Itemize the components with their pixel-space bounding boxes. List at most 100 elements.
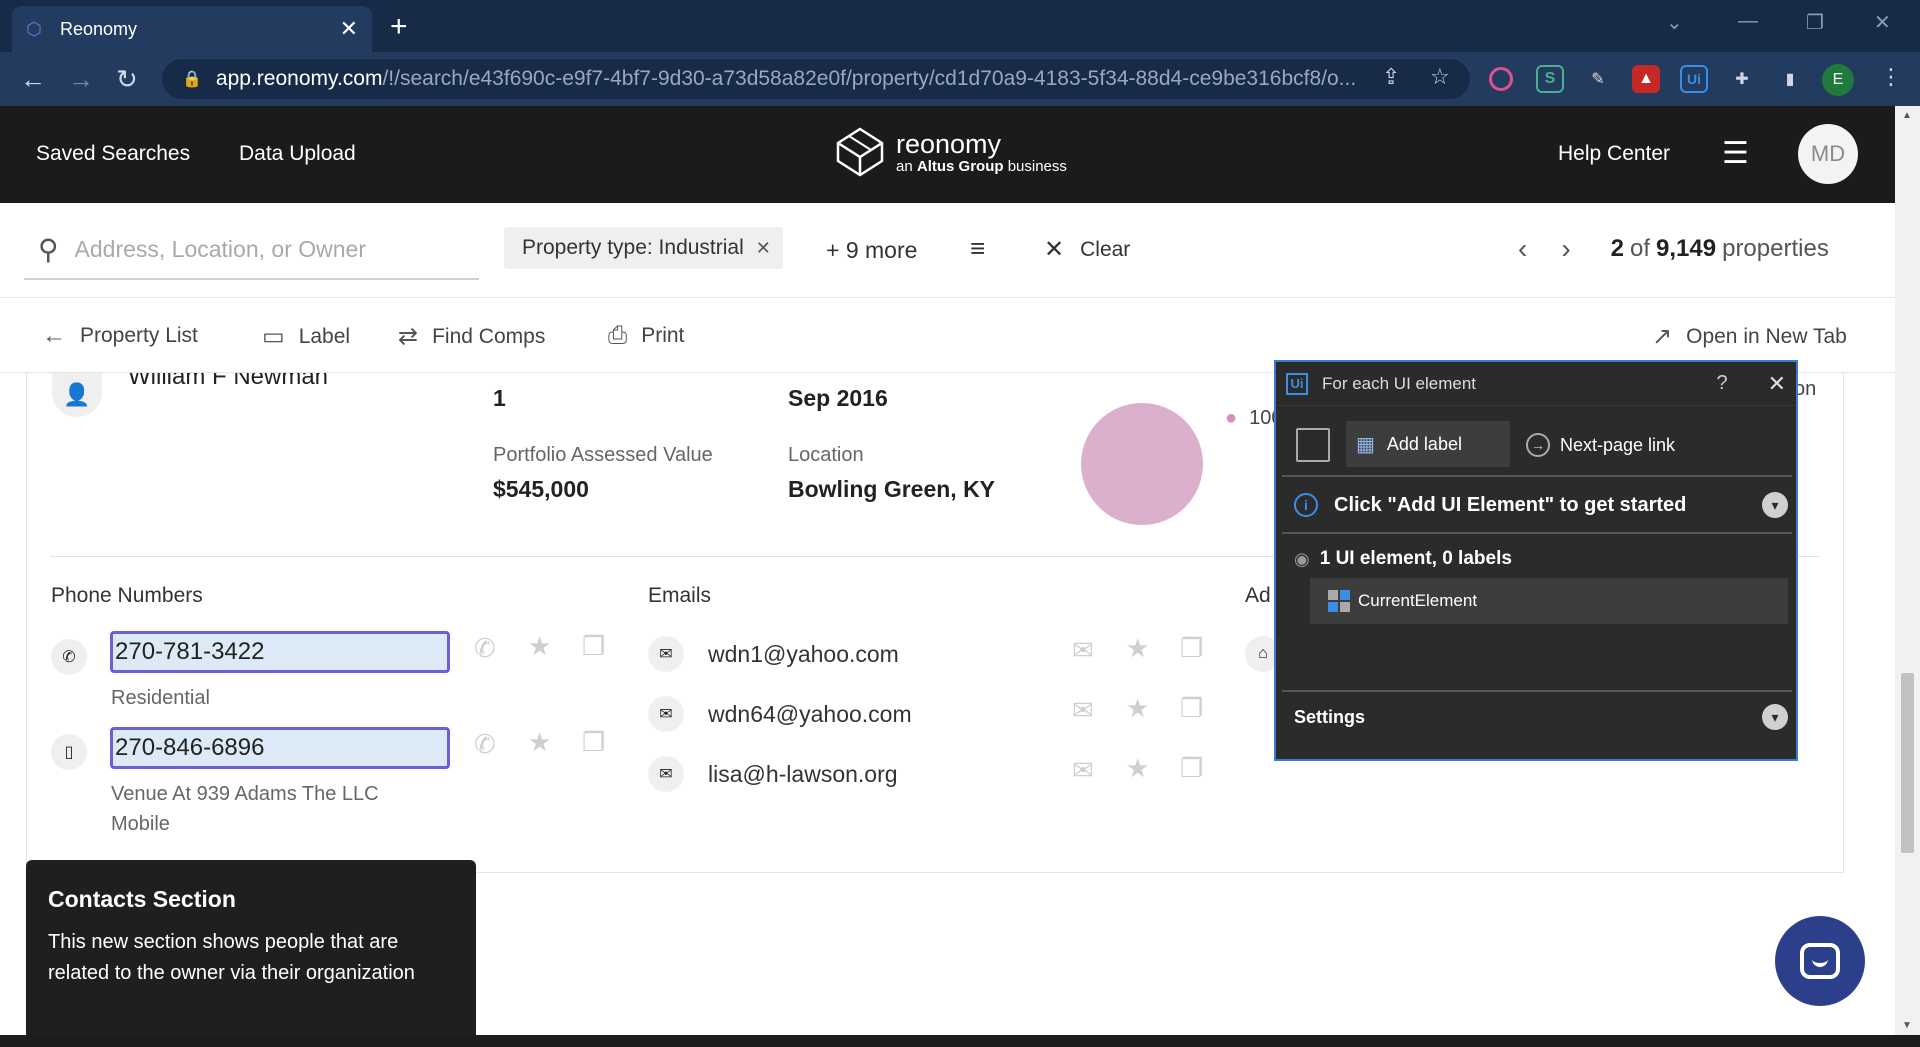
phone-numbers-header: Phone Numbers — [51, 584, 203, 607]
restore-icon[interactable]: ❐ — [1806, 10, 1824, 35]
back-icon[interactable]: ← — [20, 64, 46, 95]
more-filters-button[interactable]: + 9 more — [826, 237, 917, 264]
reload-icon[interactable]: ↻ — [116, 64, 138, 95]
lock-icon: 🔒 — [182, 71, 202, 88]
search-input[interactable] — [74, 236, 435, 263]
next-result-icon[interactable]: › — [1561, 233, 1570, 265]
previous-result-icon[interactable]: ‹ — [1518, 233, 1527, 265]
legend-dot-icon: ● — [1225, 407, 1238, 429]
star-icon[interactable]: ★ — [1126, 633, 1149, 664]
getting-started-hint[interactable]: i Click "Add UI Element" to get started … — [1294, 492, 1788, 518]
ui-element-item[interactable]: CurrentElement — [1310, 578, 1788, 624]
pager-of: of — [1630, 235, 1651, 262]
star-icon[interactable]: ★ — [528, 727, 551, 758]
copy-icon[interactable]: ❐ — [1180, 633, 1203, 664]
copy-icon[interactable]: ❐ — [582, 631, 605, 662]
back-to-property-list-button[interactable]: ← Property List — [42, 322, 198, 350]
profile-avatar[interactable]: E — [1822, 64, 1854, 96]
search-box[interactable]: ⚲ — [24, 221, 479, 280]
result-pager: ‹ › 2 of 9,149 properties — [1518, 233, 1829, 265]
new-tab-icon[interactable]: + — [390, 10, 408, 44]
forward-icon[interactable]: → — [68, 64, 94, 95]
send-email-icon[interactable]: ✉ — [1072, 695, 1094, 726]
search-row: ⚲ Property type: Industrial ✕ + 9 more ≡… — [0, 203, 1895, 298]
chevron-down-icon[interactable]: ▾ — [1762, 704, 1788, 730]
chevron-down-icon[interactable]: ▾ — [1762, 492, 1788, 518]
share-icon[interactable]: ⇪ — [1382, 64, 1400, 90]
copy-icon[interactable]: ❐ — [1180, 753, 1203, 784]
panel-title: For each UI element — [1322, 373, 1477, 393]
browser-tab[interactable]: ⬡ Reonomy ✕ — [12, 6, 372, 52]
scroll-down-icon[interactable]: ▼ — [1902, 1020, 1912, 1031]
nav-data-upload[interactable]: Data Upload — [239, 142, 356, 166]
panel-divider — [1282, 690, 1792, 692]
browser-menu-icon[interactable]: ⋮ — [1880, 64, 1902, 90]
add-label-button[interactable]: ▦ Add label — [1346, 421, 1510, 467]
open-in-new-tab-button[interactable]: ↗ Open in New Tab — [1652, 322, 1847, 351]
minimize-icon[interactable]: — — [1738, 10, 1758, 33]
filter-chip[interactable]: Property type: Industrial ✕ — [504, 227, 783, 269]
email-address[interactable]: wdn1@yahoo.com — [708, 641, 899, 668]
phone-icon: ✆ — [51, 639, 87, 675]
remove-filter-icon[interactable]: ✕ — [756, 238, 771, 259]
arrow-left-icon: ← — [42, 322, 66, 349]
pdf-extension-icon[interactable]: ▲ — [1632, 65, 1660, 93]
assessed-value-label: Portfolio Assessed Value — [493, 444, 713, 466]
help-icon[interactable]: ? — [1716, 372, 1727, 395]
phone-number-field[interactable] — [110, 727, 450, 769]
close-tab-icon[interactable]: ✕ — [340, 16, 358, 42]
nav-saved-searches[interactable]: Saved Searches — [36, 142, 190, 166]
uipath-extension-icon[interactable]: Ui — [1680, 65, 1708, 93]
call-icon[interactable]: ✆ — [474, 729, 496, 760]
tab-search-icon[interactable]: ⌄ — [1666, 10, 1683, 35]
next-page-link-button[interactable]: → Next-page link — [1526, 433, 1675, 457]
side-panel-icon[interactable]: ▮ — [1776, 65, 1804, 93]
email-address[interactable]: lisa@h-lawson.org — [708, 761, 898, 788]
star-icon[interactable]: ★ — [528, 631, 551, 662]
call-icon[interactable]: ✆ — [474, 633, 496, 664]
emails-header: Emails — [648, 584, 712, 607]
page-scrollbar[interactable]: ▲ ▼ — [1895, 106, 1920, 1035]
tooltip-title: Contacts Section — [48, 886, 236, 912]
panel-toolbar: ▦ Add label → Next-page link — [1276, 420, 1796, 470]
send-email-icon[interactable]: ✉ — [1072, 755, 1094, 786]
help-center-link[interactable]: Help Center — [1558, 142, 1670, 166]
settings-label: Settings — [1294, 706, 1366, 727]
filter-icon[interactable]: ≡ — [970, 233, 985, 264]
find-comps-button[interactable]: ⇄ Find Comps — [398, 322, 545, 351]
copy-icon[interactable]: ❐ — [582, 727, 605, 758]
clear-filters-button[interactable]: ✕ Clear — [1044, 235, 1130, 264]
address-bar[interactable]: 🔒 app.reonomy.com/!/search/e43f690c-e9f7… — [162, 59, 1470, 99]
scrollbar-thumb[interactable] — [1901, 673, 1914, 853]
ui-element-name: CurrentElement — [1358, 591, 1478, 610]
extensions-puzzle-icon[interactable]: ✚ — [1728, 65, 1756, 93]
settings-section[interactable]: Settings ▾ — [1294, 704, 1788, 730]
close-window-icon[interactable]: ✕ — [1874, 10, 1891, 35]
reonomy-logo[interactable]: reonomy an Altus Group business — [834, 126, 1067, 178]
panel-divider — [1282, 532, 1792, 534]
last-acquisition-date: Sep 2016 — [788, 385, 888, 411]
bookmark-star-icon[interactable]: ☆ — [1430, 64, 1450, 90]
owner-name[interactable]: William F Newman — [128, 373, 328, 391]
save-icon[interactable] — [1296, 428, 1330, 462]
property-list-label: Property List — [80, 324, 198, 347]
pen-extension-icon[interactable]: ✎ — [1584, 65, 1612, 93]
label-button[interactable]: ▭ Label — [262, 322, 350, 351]
clear-icon: ✕ — [1044, 236, 1065, 263]
scroll-up-icon[interactable]: ▲ — [1902, 110, 1912, 121]
copy-icon[interactable]: ❐ — [1180, 693, 1203, 724]
send-email-icon[interactable]: ✉ — [1072, 635, 1094, 666]
color-extension-icon[interactable] — [1489, 67, 1513, 91]
star-icon[interactable]: ★ — [1126, 753, 1149, 784]
star-icon[interactable]: ★ — [1126, 693, 1149, 724]
close-panel-icon[interactable]: ✕ — [1768, 371, 1786, 397]
reonomy-favicon-icon: ⬡ — [26, 19, 42, 39]
checklist-icon[interactable]: ☰ — [1722, 136, 1749, 171]
eye-icon[interactable]: ◉ — [1294, 549, 1310, 570]
phone-number-field[interactable] — [110, 631, 450, 673]
chat-launcher-button[interactable] — [1775, 916, 1865, 1006]
email-address[interactable]: wdn64@yahoo.com — [708, 701, 912, 728]
s-extension-icon[interactable]: S — [1536, 65, 1564, 93]
user-avatar[interactable]: MD — [1798, 124, 1858, 184]
print-button[interactable]: ⎙ Print — [608, 322, 684, 350]
